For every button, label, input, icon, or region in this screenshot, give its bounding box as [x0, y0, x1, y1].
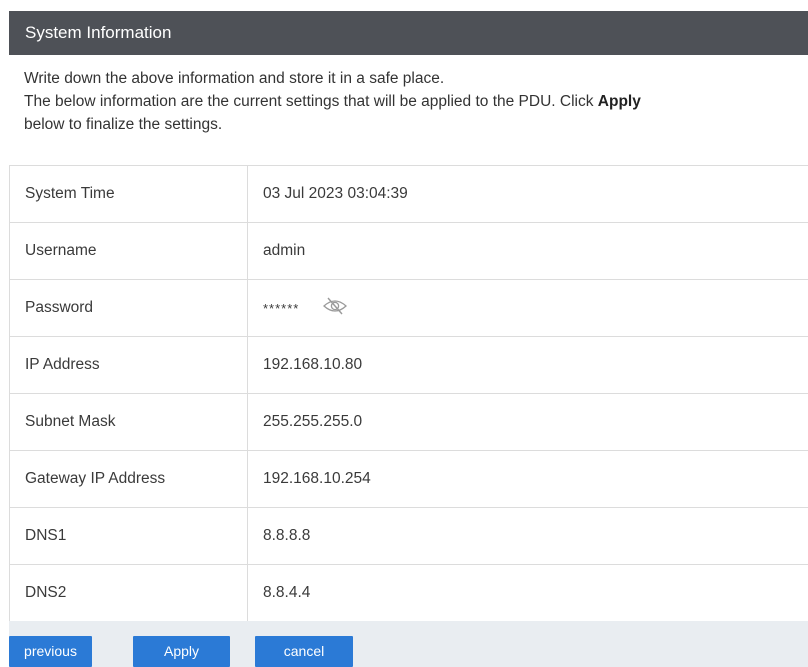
table-row: System Time 03 Jul 2023 03:04:39 — [9, 165, 808, 223]
apply-button[interactable]: Apply — [133, 636, 230, 667]
instructions: Write down the above information and sto… — [24, 67, 808, 136]
previous-button[interactable]: previous — [9, 636, 92, 667]
ip-address-value: 192.168.10.80 — [247, 336, 808, 394]
password-value: ****** — [263, 300, 300, 316]
subnet-mask-label: Subnet Mask — [9, 393, 248, 451]
instruction-line-2-text: The below information are the current se… — [24, 93, 598, 110]
table-row: Subnet Mask 255.255.255.0 — [9, 393, 808, 451]
table-row: IP Address 192.168.10.80 — [9, 336, 808, 394]
table-row: DNS2 8.8.4.4 — [9, 564, 808, 622]
instruction-line-1: Write down the above information and sto… — [24, 70, 445, 87]
username-value: admin — [247, 222, 808, 280]
dns1-label: DNS1 — [9, 507, 248, 565]
eye-slash-glyph — [322, 297, 347, 314]
gateway-value: 192.168.10.254 — [247, 450, 808, 508]
gateway-label: Gateway IP Address — [9, 450, 248, 508]
password-label: Password — [9, 279, 248, 337]
dns1-value: 8.8.8.8 — [247, 507, 808, 565]
password-cell: ****** — [247, 279, 808, 337]
table-row: Gateway IP Address 192.168.10.254 — [9, 450, 808, 508]
table-row: Password ****** — [9, 279, 808, 337]
button-bar: previous Apply cancel — [9, 621, 808, 667]
table-row: DNS1 8.8.8.8 — [9, 507, 808, 565]
system-time-label: System Time — [9, 165, 248, 223]
ip-address-label: IP Address — [9, 336, 248, 394]
cancel-button[interactable]: cancel — [255, 636, 353, 667]
instruction-line-3: below to finalize the settings. — [24, 116, 223, 133]
dns2-value: 8.8.4.4 — [247, 564, 808, 622]
subnet-mask-value: 255.255.255.0 — [247, 393, 808, 451]
section-header: System Information — [9, 11, 808, 55]
username-label: Username — [9, 222, 248, 280]
eye-slash-icon[interactable] — [322, 296, 348, 321]
dns2-label: DNS2 — [9, 564, 248, 622]
system-info-table: System Time 03 Jul 2023 03:04:39 Usernam… — [9, 165, 808, 622]
instruction-apply-emphasis: Apply — [597, 93, 641, 110]
instruction-line-2: The below information are the current se… — [24, 90, 808, 113]
system-time-value: 03 Jul 2023 03:04:39 — [247, 165, 808, 223]
table-row: Username admin — [9, 222, 808, 280]
section-title: System Information — [25, 23, 172, 42]
